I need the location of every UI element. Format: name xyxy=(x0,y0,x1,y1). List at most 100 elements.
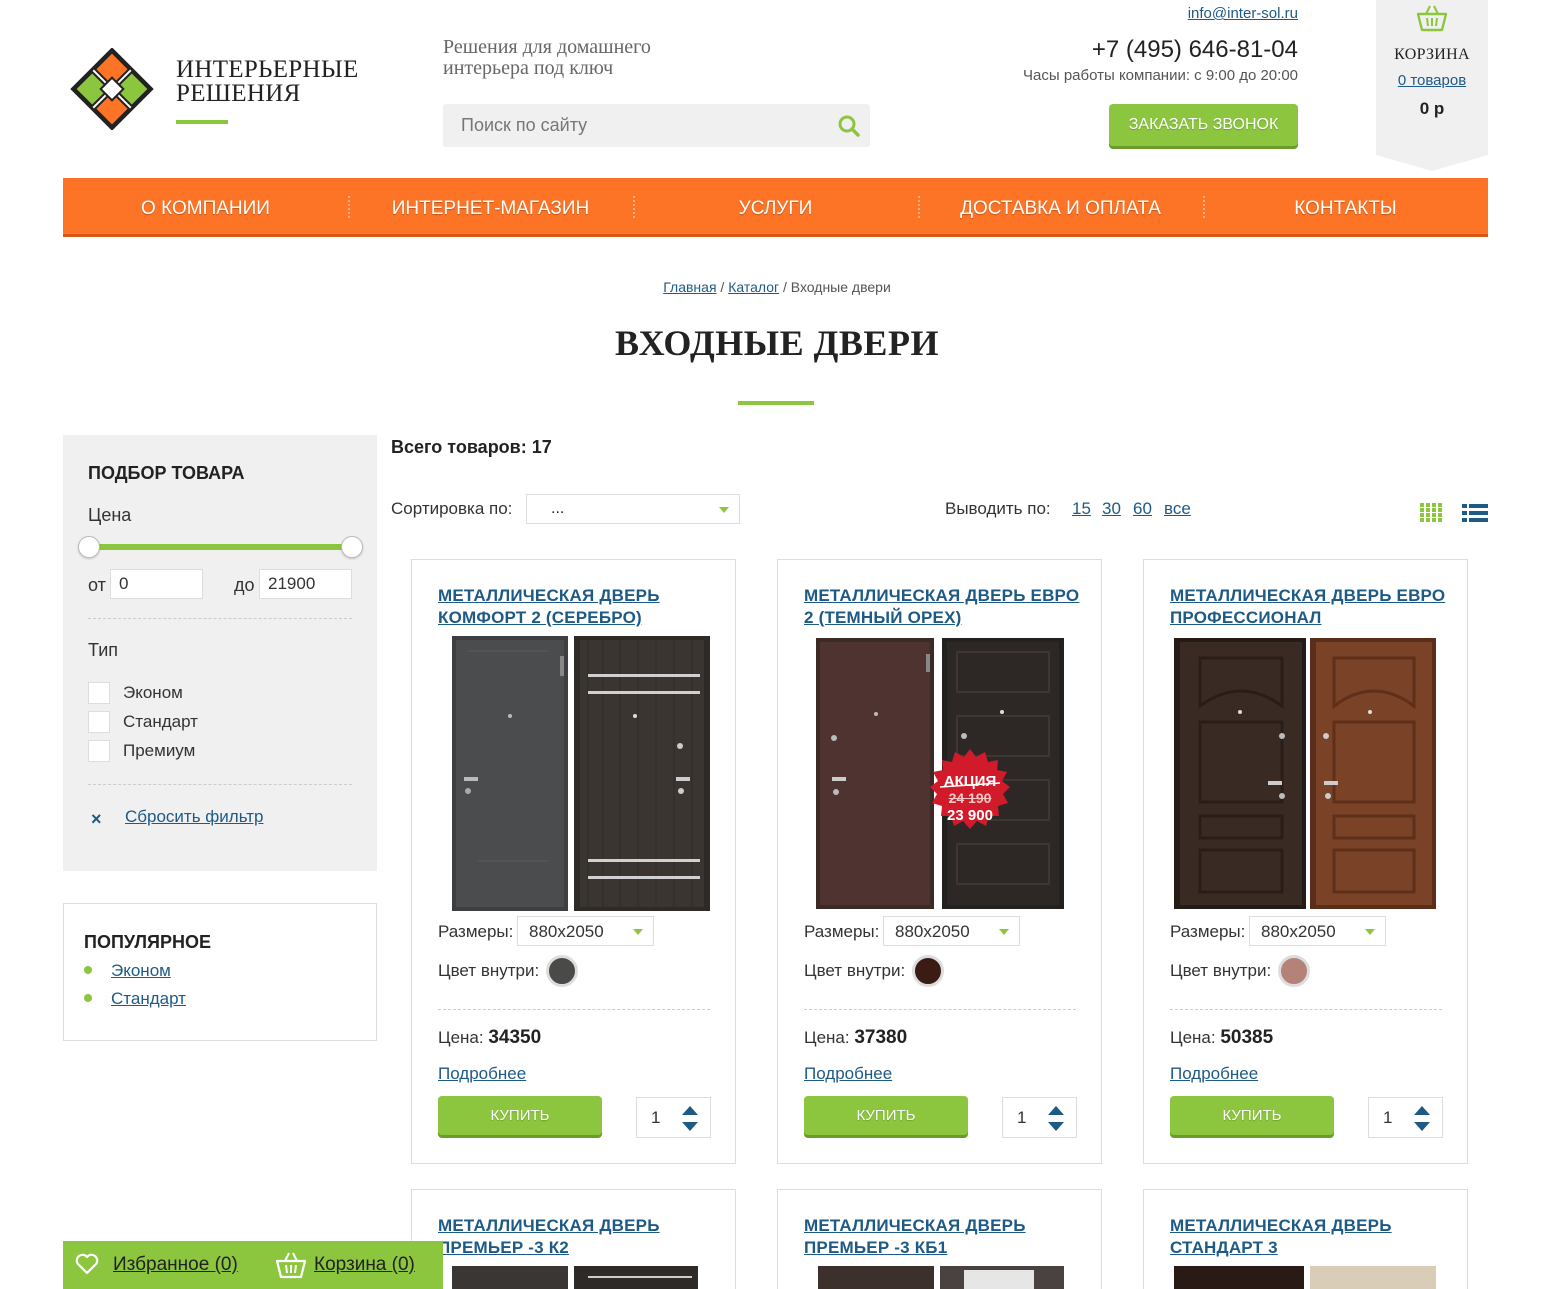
checkbox[interactable] xyxy=(88,740,110,762)
product-title-link[interactable]: Металлическая дверь Евро 2 (темный орех) xyxy=(804,585,1084,629)
grid-view-icon[interactable] xyxy=(1420,503,1444,523)
price-slider-track[interactable] xyxy=(88,544,352,550)
nav-item-services[interactable]: УСЛУГИ xyxy=(633,178,918,234)
breadcrumb-catalog[interactable]: Каталог xyxy=(728,279,779,295)
size-select[interactable]: 880x2050 xyxy=(883,916,1020,946)
heart-icon[interactable] xyxy=(75,1253,99,1275)
door-image[interactable] xyxy=(1170,636,1442,911)
door-image[interactable] xyxy=(438,1266,710,1289)
cart-count-link[interactable]: 0 товаров xyxy=(1398,72,1466,89)
details-link[interactable]: Подробнее xyxy=(804,1064,892,1084)
tagline-line-2: интерьера под ключ xyxy=(443,57,614,79)
price: Цена: 50385 xyxy=(1170,1027,1273,1049)
arrow-up-icon[interactable] xyxy=(682,1106,698,1115)
cart-total: 0 р xyxy=(1419,99,1445,118)
checkbox[interactable] xyxy=(88,682,110,704)
details-link[interactable]: Подробнее xyxy=(1170,1064,1258,1084)
price-to-input[interactable] xyxy=(259,569,352,599)
product-card: Металлическая дверь Премьер -3 К2 xyxy=(411,1189,736,1289)
popular-link-standard[interactable]: Стандарт xyxy=(111,989,186,1008)
search-input[interactable] xyxy=(443,104,823,147)
size-select[interactable]: 880x2050 xyxy=(1249,916,1386,946)
color-swatch[interactable] xyxy=(546,955,578,987)
size-value: 880x2050 xyxy=(529,922,604,941)
nav-item-contacts[interactable]: КОНТАКТЫ xyxy=(1203,178,1488,234)
close-icon[interactable]: × xyxy=(91,809,102,830)
product-title-link[interactable]: Металлическая дверь Евро Профессионал xyxy=(1170,585,1450,629)
list-view-icon[interactable] xyxy=(1462,503,1488,523)
quantity-stepper[interactable]: 1 xyxy=(1368,1097,1443,1138)
type-checkbox-premium[interactable]: Премиум xyxy=(88,739,195,763)
checkbox[interactable] xyxy=(88,711,110,733)
arrow-up-icon[interactable] xyxy=(1414,1106,1430,1115)
price-from-input[interactable] xyxy=(110,569,203,599)
price-slider-min-handle[interactable] xyxy=(78,536,100,558)
popular-item: Стандарт xyxy=(84,989,186,1009)
filter-title: ПОДБОР ТОВАРА xyxy=(88,463,245,483)
color-label: Цвет внутри: xyxy=(1170,961,1272,980)
type-checkbox-standard[interactable]: Стандарт xyxy=(88,710,198,734)
buy-button[interactable]: КУПИТЬ xyxy=(438,1096,602,1135)
nav-item-shop[interactable]: ИНТЕРНЕТ-МАГАЗИН xyxy=(348,178,633,234)
breadcrumb: Главная / Каталог / Входные двери xyxy=(0,279,1554,295)
price-label: Цена: xyxy=(438,1028,484,1047)
nav-item-company[interactable]: О КОМПАНИИ xyxy=(63,178,348,234)
sort-select[interactable]: ... xyxy=(526,494,740,524)
logo-icon[interactable] xyxy=(62,48,162,130)
favorites-link[interactable]: Избранное (0) xyxy=(113,1254,238,1276)
search-icon[interactable] xyxy=(837,114,861,138)
quantity-stepper[interactable]: 1 xyxy=(1002,1097,1077,1138)
perpage-30[interactable]: 30 xyxy=(1102,499,1121,519)
product-filter: ПОДБОР ТОВАРА Цена от до Тип Эконом Стан… xyxy=(63,435,377,871)
color-label: Цвет внутри: xyxy=(804,961,906,980)
arrow-down-icon[interactable] xyxy=(682,1122,698,1131)
buy-button[interactable]: КУПИТЬ xyxy=(1170,1096,1334,1135)
logo-text[interactable]: ИНТЕРЬЕРНЫЕ РЕШЕНИЯ xyxy=(176,57,359,106)
door-image[interactable] xyxy=(438,636,710,911)
breadcrumb-home[interactable]: Главная xyxy=(663,279,716,295)
arrow-up-icon[interactable] xyxy=(1048,1106,1064,1115)
basket-icon[interactable] xyxy=(276,1251,306,1279)
email-link[interactable]: info@inter-sol.ru xyxy=(1188,5,1298,22)
size-value: 880x2050 xyxy=(895,922,970,941)
quantity-value: 1 xyxy=(1017,1108,1027,1127)
product-card: Металлическая дверь Евро 2 (темный орех)… xyxy=(777,559,1102,1164)
breadcrumb-separator: / xyxy=(783,279,787,295)
color-swatch[interactable] xyxy=(1278,955,1310,987)
product-title-link[interactable]: Металлическая дверь Комфорт 2 (Серебро) xyxy=(438,585,718,629)
header-cart[interactable]: КОРЗИНА 0 товаров 0 р xyxy=(1376,0,1488,171)
buy-button[interactable]: КУПИТЬ xyxy=(804,1096,968,1135)
phone-number[interactable]: +7 (495) 646-81-04 xyxy=(1092,36,1298,64)
callback-button[interactable]: ЗАКАЗАТЬ ЗВОНОК xyxy=(1109,104,1298,146)
nav-item-delivery[interactable]: ДОСТАВКА И ОПЛАТА xyxy=(918,178,1203,234)
type-checkbox-economy[interactable]: Эконом xyxy=(88,681,183,705)
popular-link-economy[interactable]: Эконом xyxy=(111,961,171,980)
product-title-link[interactable]: Металлическая дверь Премьер -3 КБ1 xyxy=(804,1215,1084,1259)
cart-title: КОРЗИНА xyxy=(1394,46,1470,63)
promo-old-price: 24 190 xyxy=(948,790,992,806)
product-title-link[interactable]: Металлическая дверь Стандарт 3 xyxy=(1170,1215,1450,1259)
price-value: 34350 xyxy=(488,1027,542,1048)
size-label: Размеры: xyxy=(804,922,880,941)
main-nav: О КОМПАНИИ ИНТЕРНЕТ-МАГАЗИН УСЛУГИ ДОСТА… xyxy=(63,178,1488,237)
sort-value: ... xyxy=(551,500,565,517)
product-title-link[interactable]: Металлическая дверь Премьер -3 К2 xyxy=(438,1215,718,1259)
door-image[interactable] xyxy=(804,1266,1076,1289)
perpage-all[interactable]: все xyxy=(1164,499,1191,519)
perpage-15[interactable]: 15 xyxy=(1072,499,1091,519)
reset-filter-link[interactable]: Сбросить фильтр xyxy=(125,807,263,827)
arrow-down-icon[interactable] xyxy=(1414,1122,1430,1131)
door-image[interactable] xyxy=(1170,1266,1442,1289)
logo-underline xyxy=(176,120,228,124)
color-swatch[interactable] xyxy=(912,955,944,987)
type-label: Тип xyxy=(88,640,119,660)
size-select[interactable]: 880x2050 xyxy=(517,916,654,946)
arrow-down-icon[interactable] xyxy=(1048,1122,1064,1131)
quantity-stepper[interactable]: 1 xyxy=(636,1097,711,1138)
details-link[interactable]: Подробнее xyxy=(438,1064,526,1084)
bottom-cart-link[interactable]: Корзина (0) xyxy=(314,1254,415,1276)
chevron-down-icon xyxy=(1365,929,1375,935)
color-label: Цвет внутри: xyxy=(438,961,540,980)
price-slider-max-handle[interactable] xyxy=(341,536,363,558)
perpage-60[interactable]: 60 xyxy=(1133,499,1152,519)
